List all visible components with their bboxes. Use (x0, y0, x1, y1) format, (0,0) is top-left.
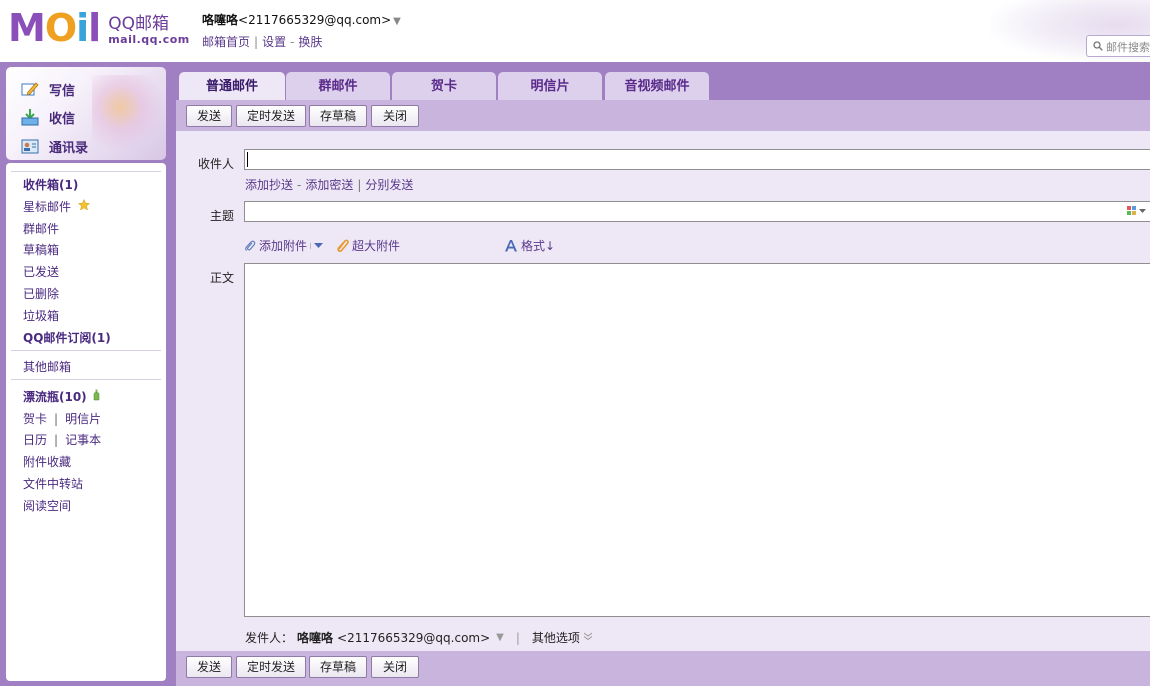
tab-postcard[interactable]: 明信片 (498, 72, 602, 100)
sidebar-item-starred[interactable]: 星标邮件 (23, 198, 90, 215)
tab-group-mail[interactable]: 群邮件 (286, 72, 390, 100)
contacts-icon (20, 137, 40, 155)
body-editor[interactable] (244, 263, 1150, 617)
save-draft-button[interactable]: 存草稿 (309, 656, 367, 678)
pencil-icon (20, 80, 40, 98)
link-mail-home[interactable]: 邮箱首页 (202, 35, 250, 49)
attachment-dropdown-icon[interactable] (310, 242, 324, 249)
search-input[interactable]: 邮件搜索 (1086, 35, 1150, 57)
sidebar-item-reading-space[interactable]: 阅读空间 (23, 497, 71, 514)
sidebar-decoration (92, 75, 162, 155)
to-input[interactable] (244, 149, 1150, 170)
sidebar-item-drafts[interactable]: 草稿箱 (23, 241, 59, 258)
big-attachment-icon (336, 239, 349, 252)
sender-line: 发件人： 咯噻咯 <2117665329@qq.com> ▼ | 其他选项 (245, 629, 593, 646)
sidebar-item-drift-bottle[interactable]: 漂流瓶(10) (23, 388, 100, 405)
chevron-down-icon[interactable]: ▼ (393, 16, 401, 27)
user-account[interactable]: 咯噻咯<2117665329@qq.com> ▼ (202, 11, 401, 28)
compose-label: 写信 (49, 83, 76, 99)
sidebar-item-file-transfer[interactable]: 文件中转站 (23, 475, 83, 492)
sidebar-item-calendar-notes: 日历 | 记事本 (23, 433, 102, 447)
tab-normal-mail[interactable]: 普通邮件 (179, 72, 285, 100)
big-attachment-button[interactable]: 超大附件 (336, 237, 400, 254)
sidebar-item-deleted[interactable]: 已删除 (23, 285, 59, 302)
big-attachment-label: 超大附件 (352, 239, 401, 253)
user-name: 咯噻咯 (202, 13, 239, 27)
sidebar-item-group[interactable]: 群邮件 (23, 220, 59, 237)
tab-greeting-card[interactable]: 贺卡 (392, 72, 496, 100)
separate-send-link[interactable]: 分别发送 (365, 178, 413, 192)
user-info: 咯噻咯<2117665329@qq.com> ▼ 邮箱首页 | 设置 - 换肤 (202, 11, 401, 50)
body-label: 正文 (209, 271, 234, 285)
compose-panel: 普通邮件 群邮件 贺卡 明信片 音视频邮件 发送 定时发送 存草稿 关闭 收件人… (176, 70, 1150, 686)
link-settings[interactable]: 设置 (262, 35, 286, 49)
to-label: 收件人 (197, 157, 234, 171)
star-icon (77, 198, 90, 214)
contacts-label: 通讯录 (49, 140, 89, 156)
subject-label: 主题 (209, 209, 234, 223)
sender-name[interactable]: 咯噻咯 (297, 629, 333, 646)
add-attachment-button[interactable]: 添加附件 (244, 237, 324, 254)
tab-av-mail[interactable]: 音视频邮件 (605, 72, 709, 100)
paperclip-icon (244, 240, 256, 252)
sidebar-item-spam[interactable]: 垃圾箱 (23, 307, 59, 324)
header-links: 邮箱首页 | 设置 - 换肤 (202, 35, 323, 49)
compose-button[interactable]: 写信 (20, 77, 75, 101)
sidebar-item-attachment-collection[interactable]: 附件收藏 (23, 453, 71, 470)
add-cc-link[interactable]: 添加抄送 (245, 178, 293, 192)
sender-dropdown-icon[interactable]: ▼ (496, 632, 504, 643)
font-format-icon (504, 239, 518, 252)
send-button[interactable]: 发送 (186, 656, 232, 678)
subject-input[interactable] (244, 201, 1150, 222)
sidebar-item-subscriptions[interactable]: QQ邮件订阅(1) (23, 329, 111, 346)
sidebar-item-inbox[interactable]: 收件箱(1) (23, 176, 78, 193)
link-skin[interactable]: 换肤 (298, 35, 322, 49)
search-icon (1093, 41, 1103, 54)
close-button[interactable]: 关闭 (371, 656, 419, 678)
add-bcc-link[interactable]: 添加密送 (305, 178, 353, 192)
sidebar-item-other-mailboxes[interactable]: 其他邮箱 (23, 358, 71, 375)
sidebar-item-postcard[interactable]: 明信片 (65, 412, 101, 426)
sidebar-item-calendar[interactable]: 日历 (23, 433, 47, 447)
bottle-icon (93, 389, 100, 404)
sidebar-item-sent[interactable]: 已发送 (23, 263, 59, 280)
sidebar-folder-list: 收件箱(1) 星标邮件 群邮件 草稿箱 已发送 已删除 垃圾箱 QQ邮件订阅(1… (6, 163, 166, 681)
top-toolbar: 发送 定时发送 存草稿 关闭 (176, 100, 1150, 131)
other-options-link[interactable]: 其他选项 (532, 629, 580, 646)
header: MOil QQ邮箱 mail.qq.com 咯噻咯<2117665329@qq.… (0, 0, 1150, 62)
sidebar-item-notes[interactable]: 记事本 (65, 433, 101, 447)
recipient-options: 添加抄送 - 添加密送 | 分别发送 (245, 178, 414, 192)
logo-url: mail.qq.com (108, 33, 190, 46)
app-frame: 写信 收信 通讯录 收件箱(1) 星标邮件 群邮件 草稿箱 已发送 已删除 垃圾… (0, 62, 1150, 686)
receive-label: 收信 (49, 111, 76, 127)
sidebar-item-greeting-card[interactable]: 贺卡 (23, 412, 47, 426)
double-chevron-down-icon[interactable] (583, 632, 593, 643)
emoji-picker-icon[interactable] (1127, 206, 1146, 216)
search-placeholder: 邮件搜索 (1106, 41, 1150, 54)
save-draft-button[interactable]: 存草稿 (309, 105, 367, 127)
close-button[interactable]: 关闭 (371, 105, 419, 127)
scheduled-send-button[interactable]: 定时发送 (236, 656, 306, 678)
inbox-icon (20, 108, 40, 126)
contacts-button[interactable]: 通讯录 (20, 134, 88, 158)
scheduled-send-button[interactable]: 定时发送 (236, 105, 306, 127)
logo-wordmark: MOil (8, 6, 101, 50)
sender-email[interactable]: <2117665329@qq.com> (337, 631, 490, 645)
compose-tabs: 普通邮件 群邮件 贺卡 明信片 音视频邮件 (176, 70, 1150, 100)
bottom-toolbar: 发送 定时发送 存草稿 关闭 (176, 651, 1150, 686)
format-button[interactable]: 格式↓ (504, 237, 555, 254)
format-label: 格式↓ (521, 239, 556, 253)
logo-title: QQ邮箱 (108, 14, 169, 34)
qq-mail-logo[interactable]: MOil QQ邮箱 mail.qq.com (8, 8, 190, 48)
sender-label: 发件人： (245, 631, 294, 645)
sidebar-item-label: 星标邮件 (23, 200, 72, 214)
user-email: <2117665329@qq.com> (238, 13, 392, 27)
sidebar-quick-actions: 写信 收信 通讯录 (6, 67, 166, 160)
send-button[interactable]: 发送 (186, 105, 232, 127)
add-attachment-label: 添加附件 (259, 239, 308, 253)
receive-button[interactable]: 收信 (20, 105, 75, 129)
sidebar-item-label: 漂流瓶(10) (23, 390, 87, 404)
sidebar-item-cards-postcards: 贺卡 | 明信片 (23, 412, 102, 426)
